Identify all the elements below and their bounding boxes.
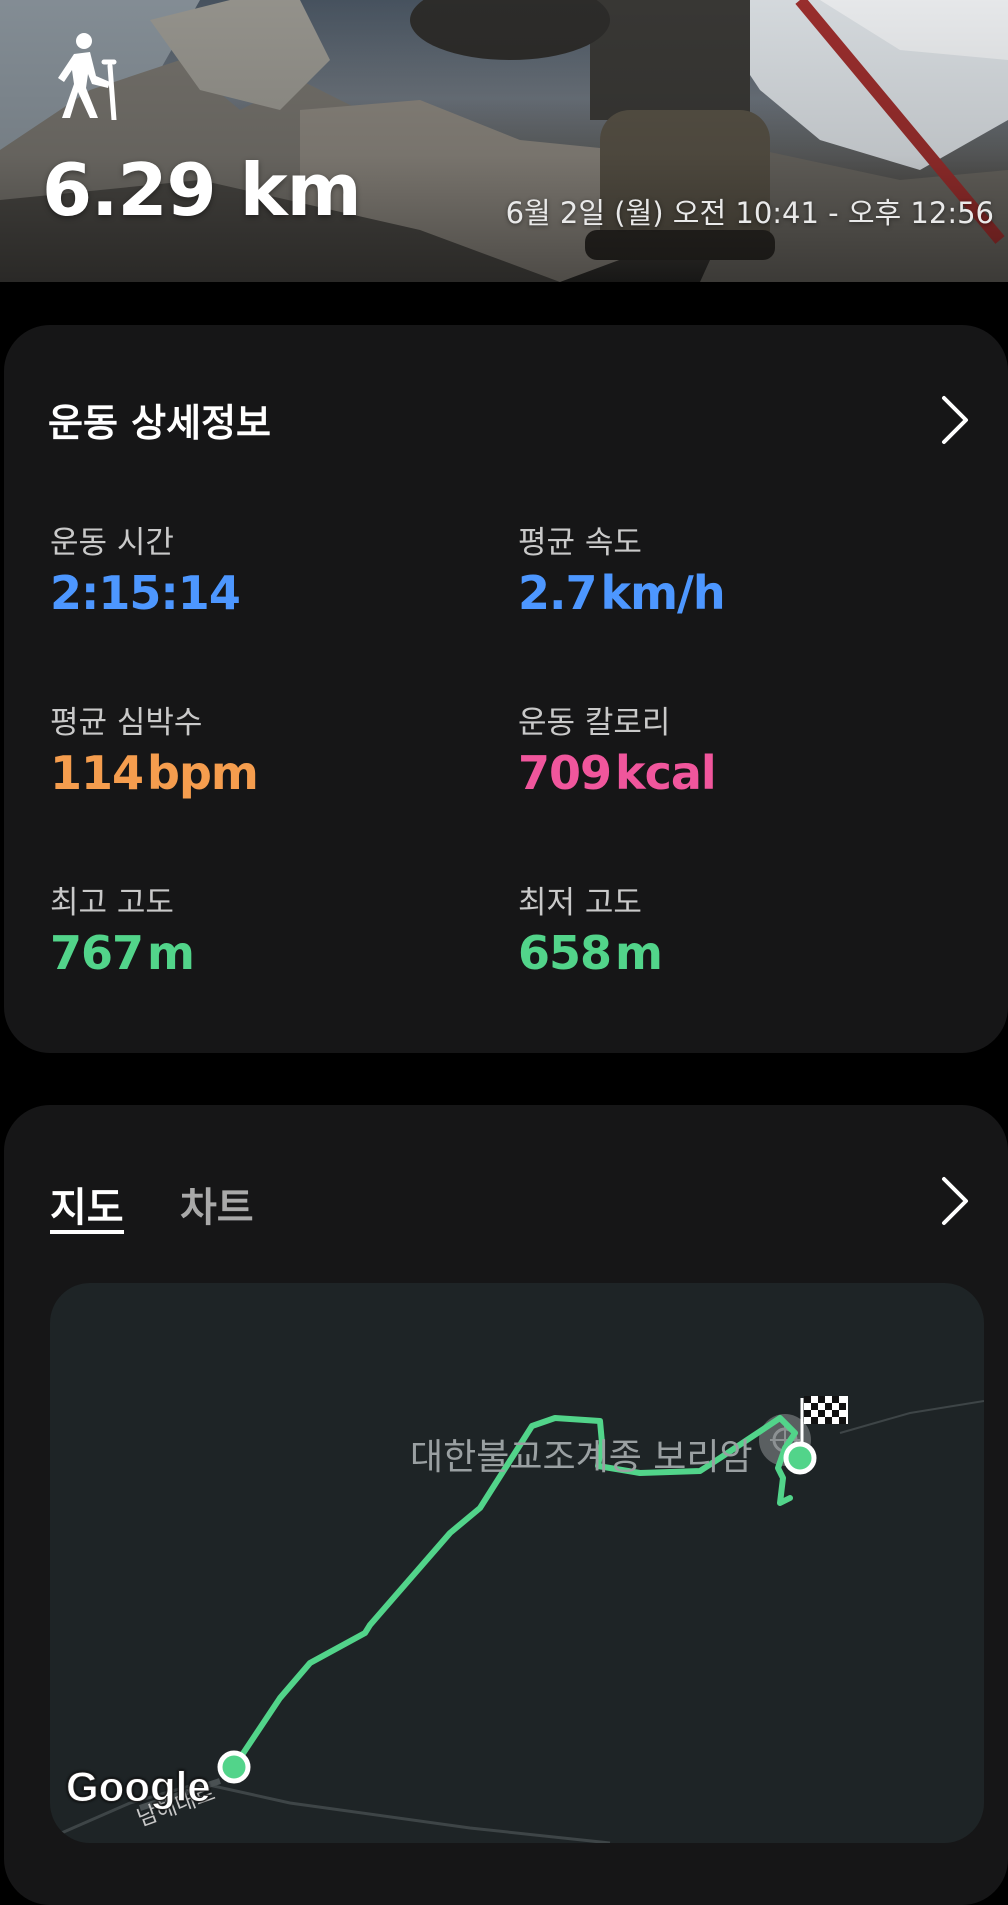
- workout-datetime: 6월 2일 (월) 오전 10:41 - 오후 12:56: [505, 196, 994, 230]
- stat-value-duration: 2:15:14: [50, 566, 241, 620]
- stat-label-duration: 운동 시간: [50, 525, 174, 561]
- hiking-person-icon: [58, 33, 117, 120]
- road-line: [839, 1400, 984, 1434]
- stat-value-avg-speed: 2.7km/h: [518, 566, 726, 620]
- chevron-right-icon[interactable]: [938, 394, 972, 446]
- stat-label-avg-heart-rate: 평균 심박수: [50, 705, 203, 741]
- stat-label-min-altitude: 최저 고도: [518, 885, 642, 921]
- stat-label-calories: 운동 칼로리: [518, 705, 671, 741]
- total-distance: 6.29 km: [42, 148, 362, 232]
- stat-value-min-altitude: 658m: [518, 926, 663, 980]
- tab-chart[interactable]: 차트: [180, 1175, 254, 1233]
- chevron-right-icon[interactable]: [938, 1175, 972, 1227]
- stat-label-avg-speed: 평균 속도: [518, 525, 642, 561]
- stat-value-avg-heart-rate: 114bpm: [50, 746, 259, 800]
- route-map-canvas: [50, 1396, 984, 1843]
- google-logo: Google: [66, 1763, 212, 1811]
- tab-map[interactable]: 지도: [50, 1175, 124, 1233]
- stat-label-max-altitude: 최고 고도: [50, 885, 174, 921]
- tab-selected-indicator: [50, 1230, 124, 1234]
- route-map[interactable]: 대한불교조계종 보리암 남해대로 Google: [50, 1283, 984, 1843]
- route-end-marker: [783, 1441, 817, 1475]
- hero-banner: 6.29 km 6월 2일 (월) 오전 10:41 - 오후 12:56: [0, 0, 1008, 282]
- route-start-marker: [217, 1750, 251, 1784]
- map-place-label: 대한불교조계종 보리암: [410, 1437, 753, 1478]
- stat-value-max-altitude: 767m: [50, 926, 195, 980]
- hero-shade: [0, 0, 1008, 282]
- workout-details-title: 운동 상세정보: [48, 401, 271, 445]
- stat-value-calories: 709kcal: [518, 746, 717, 800]
